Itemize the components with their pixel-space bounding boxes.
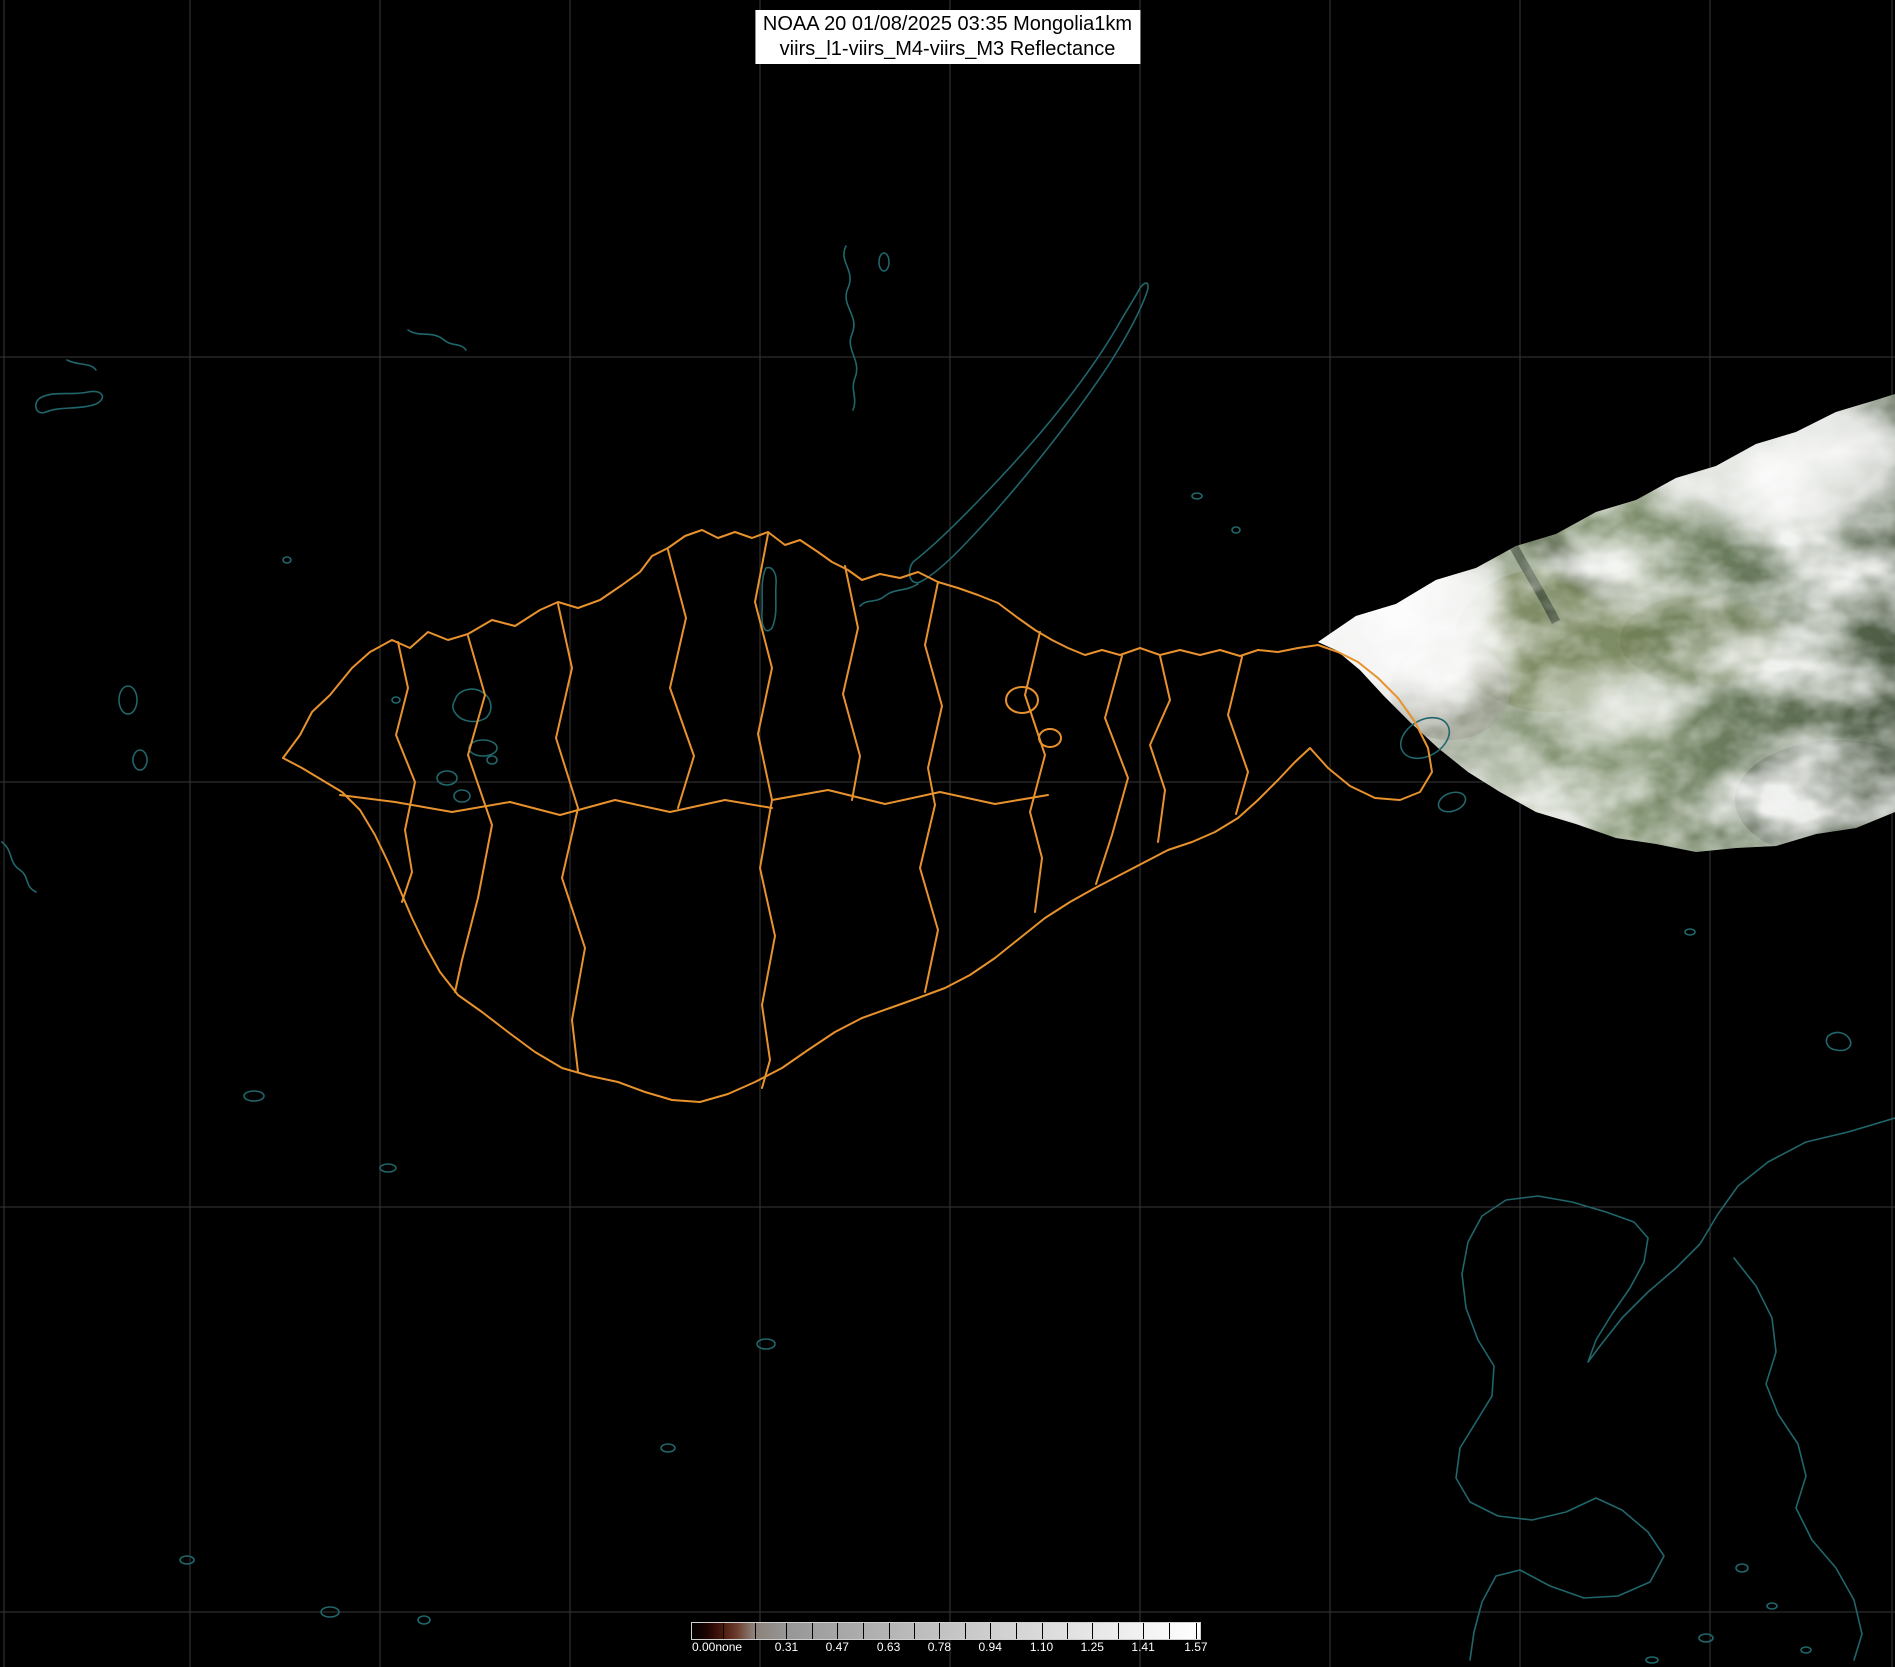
colorbar-tick <box>723 1623 724 1639</box>
colorbar-label: 0.94 <box>979 1640 1002 1654</box>
title-line-1: NOAA 20 01/08/2025 03:35 Mongolia1km <box>763 12 1132 37</box>
satellite-viewer: NOAA 20 01/08/2025 03:35 Mongolia1km vii… <box>0 0 1895 1667</box>
colorbar-tick <box>1169 1623 1170 1639</box>
map-canvas[interactable] <box>0 0 1895 1667</box>
colorbar-label: 0.63 <box>877 1640 900 1654</box>
colorbar-tick <box>1042 1623 1043 1639</box>
colorbar-tick <box>786 1623 787 1639</box>
colorbar-tick <box>1118 1623 1119 1639</box>
colorbar-tick <box>914 1623 915 1639</box>
colorbar-label: 1.10 <box>1030 1640 1053 1654</box>
plot-title: NOAA 20 01/08/2025 03:35 Mongolia1km vii… <box>755 10 1140 64</box>
colorbar-label: 0.31 <box>775 1640 798 1654</box>
colorbar-unit: none <box>715 1640 742 1654</box>
colorbar-label: 0.47 <box>826 1640 849 1654</box>
reflectance-colorbar: 0.00none 0.31 0.47 0.63 0.78 0.94 1.10 1… <box>692 1623 1200 1657</box>
colorbar-tick <box>889 1623 890 1639</box>
colorbar-tick <box>1143 1623 1144 1639</box>
colorbar-tick <box>990 1623 991 1639</box>
colorbar-tick <box>1196 1623 1197 1639</box>
colorbar-tick <box>837 1623 838 1639</box>
colorbar-labels: 0.00none 0.31 0.47 0.63 0.78 0.94 1.10 1… <box>692 1640 1200 1656</box>
colorbar-tick <box>1092 1623 1093 1639</box>
colorbar-label: 1.25 <box>1081 1640 1104 1654</box>
colorbar-label: 1.41 <box>1131 1640 1154 1654</box>
colorbar-tick <box>939 1623 940 1639</box>
colorbar-tick <box>863 1623 864 1639</box>
colorbar-tick <box>812 1623 813 1639</box>
title-line-2: viirs_l1-viirs_M4-viirs_M3 Reflectance <box>763 37 1132 62</box>
colorbar-label-min: 0.00none <box>692 1640 742 1654</box>
colorbar-tick <box>1016 1623 1017 1639</box>
colorbar-gradient <box>692 1623 1200 1639</box>
colorbar-tick <box>1067 1623 1068 1639</box>
colorbar-tick <box>755 1623 756 1639</box>
colorbar-tick <box>965 1623 966 1639</box>
colorbar-tick <box>692 1623 693 1639</box>
colorbar-label: 1.57 <box>1184 1640 1207 1654</box>
colorbar-label: 0.78 <box>928 1640 951 1654</box>
